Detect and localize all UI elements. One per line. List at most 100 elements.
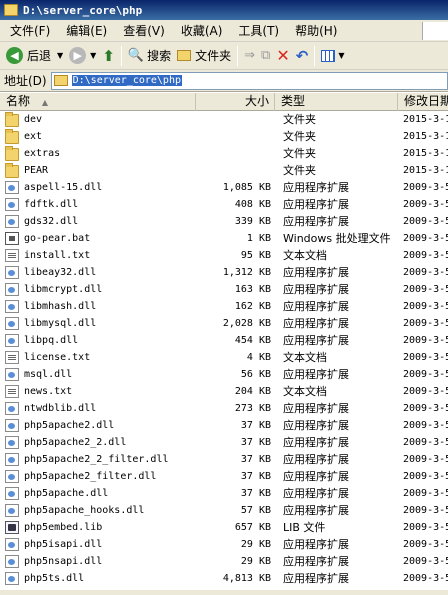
file-type: 应用程序扩展 <box>283 368 349 381</box>
menu-help[interactable]: 帮助(H) <box>287 22 345 39</box>
file-size: 4,813 KB <box>222 573 271 584</box>
file-row[interactable]: php5apache2_filter.dll 37 KB 应用程序扩展 2009-3-… <box>0 468 448 485</box>
file-name-cell: php5nsapi.dll <box>5 553 102 570</box>
up-button[interactable]: ⬆ <box>99 44 118 68</box>
file-type: 应用程序扩展 <box>283 572 349 585</box>
sort-ascending-icon: ▲ <box>41 98 48 107</box>
file-name: ext <box>24 131 43 142</box>
file-row[interactable]: install.txt 95 KB 文本文档 2009-3-5 <box>0 247 448 264</box>
file-row[interactable]: fdftk.dll 408 KB 应用程序扩展 2009-3-5 <box>0 196 448 213</box>
file-name-cell: php5apache2_filter.dll <box>5 468 156 485</box>
file-row[interactable]: php5ts.dll 4,813 KB 应用程序扩展 2009-3-5 <box>0 570 448 587</box>
file-size: 1,085 KB <box>222 182 271 193</box>
file-row[interactable]: dev 文件夹 2015-3-1 <box>0 111 448 128</box>
folder-icon <box>4 4 18 16</box>
chevron-down-icon[interactable]: ▼ <box>90 51 96 60</box>
file-size: 657 KB <box>234 522 271 533</box>
file-row[interactable]: php5apache.dll 37 KB 应用程序扩展 2009-3-5 <box>0 485 448 502</box>
file-row[interactable]: php5apache2.dll 37 KB 应用程序扩展 2009-3-5 <box>0 417 448 434</box>
file-row[interactable]: libmysql.dll 2,028 KB 应用程序扩展 2009-3-5 <box>0 315 448 332</box>
column-type-label: 类型 <box>281 94 306 108</box>
lib-file-icon <box>5 521 19 534</box>
file-size: 163 KB <box>234 284 271 295</box>
file-row[interactable]: php5isapi.dll 29 KB 应用程序扩展 2009-3-5 <box>0 536 448 553</box>
file-name-cell: php5apache2_2_filter.dll <box>5 451 169 468</box>
file-name: fdftk.dll <box>24 199 79 210</box>
file-row[interactable]: php5nsapi.dll 29 KB 应用程序扩展 2009-3-5 <box>0 553 448 570</box>
forward-button[interactable]: ▶ ▼ <box>66 44 99 68</box>
file-name: php5nsapi.dll <box>24 556 103 567</box>
file-name-cell: install.txt <box>5 247 90 264</box>
file-date: 2009-3-5 <box>403 522 448 533</box>
file-type: 文本文档 <box>283 385 327 398</box>
file-name-cell: libmysql.dll <box>5 315 96 332</box>
chevron-down-icon[interactable]: ▼ <box>57 51 63 60</box>
file-size: 37 KB <box>240 454 271 465</box>
file-date: 2009-3-5 <box>403 488 448 499</box>
file-name: libmcrypt.dll <box>24 284 103 295</box>
dll-file-icon <box>5 453 19 466</box>
menu-favorites[interactable]: 收藏(A) <box>173 22 231 39</box>
file-row[interactable]: gds32.dll 339 KB 应用程序扩展 2009-3-5 <box>0 213 448 230</box>
copy-to-button[interactable]: ⧉ <box>258 44 273 68</box>
column-header: 名称 ▲ 大小 类型 修改日期 <box>0 93 448 111</box>
folders-button[interactable]: 文件夹 <box>174 44 234 68</box>
file-type: 应用程序扩展 <box>283 504 349 517</box>
copy-to-icon: ⧉ <box>261 48 271 63</box>
menu-tools[interactable]: 工具(T) <box>230 22 287 39</box>
file-type: 应用程序扩展 <box>283 181 349 194</box>
file-date: 2009-3-5 <box>403 454 448 465</box>
column-modified[interactable]: 修改日期 <box>398 93 448 111</box>
menu-file[interactable]: 文件(F) <box>2 22 58 39</box>
menu-bar: 文件(F) 编辑(E) 查看(V) 收藏(A) 工具(T) 帮助(H) <box>0 20 448 42</box>
file-type: 应用程序扩展 <box>283 470 349 483</box>
file-name-cell: ext <box>5 128 42 145</box>
file-name-cell: gds32.dll <box>5 213 78 230</box>
file-row[interactable]: libpq.dll 454 KB 应用程序扩展 2009-3-5 <box>0 332 448 349</box>
dll-file-icon <box>5 419 19 432</box>
file-name-cell: php5apache.dll <box>5 485 108 502</box>
file-row[interactable]: license.txt 4 KB 文本文档 2009-3-5 <box>0 349 448 366</box>
file-row[interactable]: php5embed.lib 657 KB LIB 文件 2009-3-5 <box>0 519 448 536</box>
column-type[interactable]: 类型 <box>275 93 398 111</box>
file-row[interactable]: ntwdblib.dll 273 KB 应用程序扩展 2009-3-5 <box>0 400 448 417</box>
file-row[interactable]: news.txt 204 KB 文本文档 2009-3-5 <box>0 383 448 400</box>
menu-view[interactable]: 查看(V) <box>115 22 173 39</box>
back-button[interactable]: ◀ 后退 ▼ <box>3 44 66 68</box>
search-button[interactable]: 🔍 搜索 <box>125 44 174 68</box>
delete-button[interactable]: ✕ <box>273 44 292 68</box>
file-row[interactable]: msql.dll 56 KB 应用程序扩展 2009-3-5 <box>0 366 448 383</box>
file-row[interactable]: extras 文件夹 2015-3-1 <box>0 145 448 162</box>
column-size[interactable]: 大小 <box>196 93 275 111</box>
file-type: 应用程序扩展 <box>283 402 349 415</box>
file-size: 2,028 KB <box>222 318 271 329</box>
dll-file-icon <box>5 283 19 296</box>
address-input[interactable]: D:\server_core\php <box>50 71 448 90</box>
file-name: php5isapi.dll <box>24 539 103 550</box>
file-row[interactable]: go-pear.bat 1 KB Windows 批处理文件 2009-3-5 <box>0 230 448 247</box>
views-button[interactable]: ▼ <box>318 44 347 68</box>
file-date: 2009-3-5 <box>403 420 448 431</box>
toolbar-separator <box>314 45 316 66</box>
move-to-button[interactable]: ⇒ <box>241 44 258 68</box>
file-row[interactable]: libeay32.dll 1,312 KB 应用程序扩展 2009-3-5 <box>0 264 448 281</box>
dll-file-icon <box>5 334 19 347</box>
dll-file-icon <box>5 317 19 330</box>
file-row[interactable]: php5apache2_2.dll 37 KB 应用程序扩展 2009-3-5 <box>0 434 448 451</box>
file-row[interactable]: PEAR 文件夹 2015-3-1 <box>0 162 448 179</box>
file-row[interactable]: aspell-15.dll 1,085 KB 应用程序扩展 2009-3-5 <box>0 179 448 196</box>
file-row[interactable]: php5apache2_2_filter.dll 37 KB 应用程序扩展 2009-… <box>0 451 448 468</box>
undo-button[interactable]: ↶ <box>293 44 312 68</box>
file-row[interactable]: libmhash.dll 162 KB 应用程序扩展 2009-3-5 <box>0 298 448 315</box>
column-name[interactable]: 名称 ▲ <box>0 93 196 111</box>
file-row[interactable]: php5apache_hooks.dll 57 KB 应用程序扩展 2009-3-5 <box>0 502 448 519</box>
file-size: 29 KB <box>240 539 271 550</box>
menu-edit[interactable]: 编辑(E) <box>58 22 115 39</box>
horizontal-scrollbar[interactable] <box>0 590 448 595</box>
file-row[interactable]: libmcrypt.dll 163 KB 应用程序扩展 2009-3-5 <box>0 281 448 298</box>
file-type: 文件夹 <box>283 147 316 160</box>
undo-icon: ↶ <box>295 46 309 65</box>
file-name: php5ts.dll <box>24 573 85 584</box>
file-row[interactable]: ext 文件夹 2015-3-1 <box>0 128 448 145</box>
chevron-down-icon[interactable]: ▼ <box>338 51 344 60</box>
